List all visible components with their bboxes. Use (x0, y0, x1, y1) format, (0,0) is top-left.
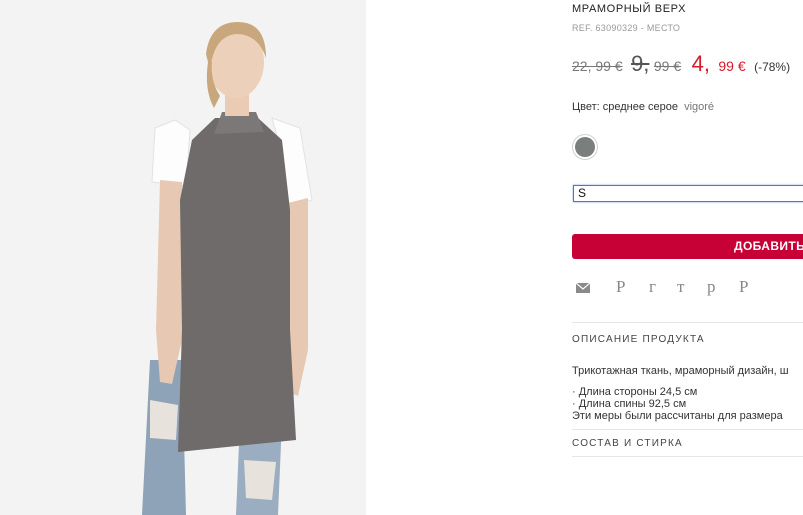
size-selected-value: S (578, 186, 587, 200)
composition-heading[interactable]: СОСТАВ И СТИРКА (572, 438, 683, 449)
previous-price-decimal: 99 € (653, 58, 682, 74)
size-select[interactable]: S (573, 185, 803, 202)
share-link-3[interactable]: т (677, 277, 684, 297)
product-reference: REF. 63090329 - МЕСТО (572, 23, 681, 33)
sale-price-decimal: 99 € (718, 58, 746, 74)
color-swatch[interactable] (575, 137, 595, 157)
divider (572, 429, 803, 430)
add-to-cart-label: ДОБАВИТЬ (734, 239, 803, 253)
color-label: Цвет: среднее серое (572, 101, 679, 113)
share-link-2[interactable]: г (649, 277, 656, 297)
description-text: Трикотажная ткань, мраморный дизайн, ш (572, 365, 789, 377)
price-block: 22, 99 € 9, 99 € 4, 99 € (-78%) (572, 50, 790, 81)
share-link-4[interactable]: р (707, 277, 716, 297)
share-link-5[interactable]: Р (739, 277, 748, 297)
sale-price-integer: 4, (691, 51, 710, 76)
divider (572, 322, 803, 323)
divider (572, 456, 803, 457)
mail-icon[interactable] (575, 280, 591, 293)
spec-line: · Длина стороны 24,5 см (572, 386, 698, 398)
product-info-panel: МРАМОРНЫЙ ВЕРХ REF. 63090329 - МЕСТО 22,… (572, 0, 803, 515)
description-heading[interactable]: ОПИСАНИЕ ПРОДУКТА (572, 334, 705, 345)
product-title: МРАМОРНЫЙ ВЕРХ (572, 3, 687, 15)
spec-line: Эти меры были рассчитаны для размера (572, 410, 783, 422)
add-to-cart-button[interactable]: ДОБАВИТЬ (572, 234, 803, 259)
model-photo-illustration (0, 0, 366, 515)
spec-line: · Длина спины 92,5 см (572, 398, 687, 410)
discount-badge: (-78%) (754, 60, 791, 74)
previous-price-integer: 9, (631, 51, 650, 76)
color-info: Цвет: среднее серое vigoré (572, 101, 714, 113)
product-image[interactable] (0, 0, 366, 515)
spec-list: · Длина стороны 24,5 см · Длина спины 92… (572, 386, 783, 422)
color-value: vigoré (684, 101, 715, 113)
share-link-1[interactable]: Р (616, 277, 625, 297)
original-price: 22, 99 € (572, 58, 623, 74)
